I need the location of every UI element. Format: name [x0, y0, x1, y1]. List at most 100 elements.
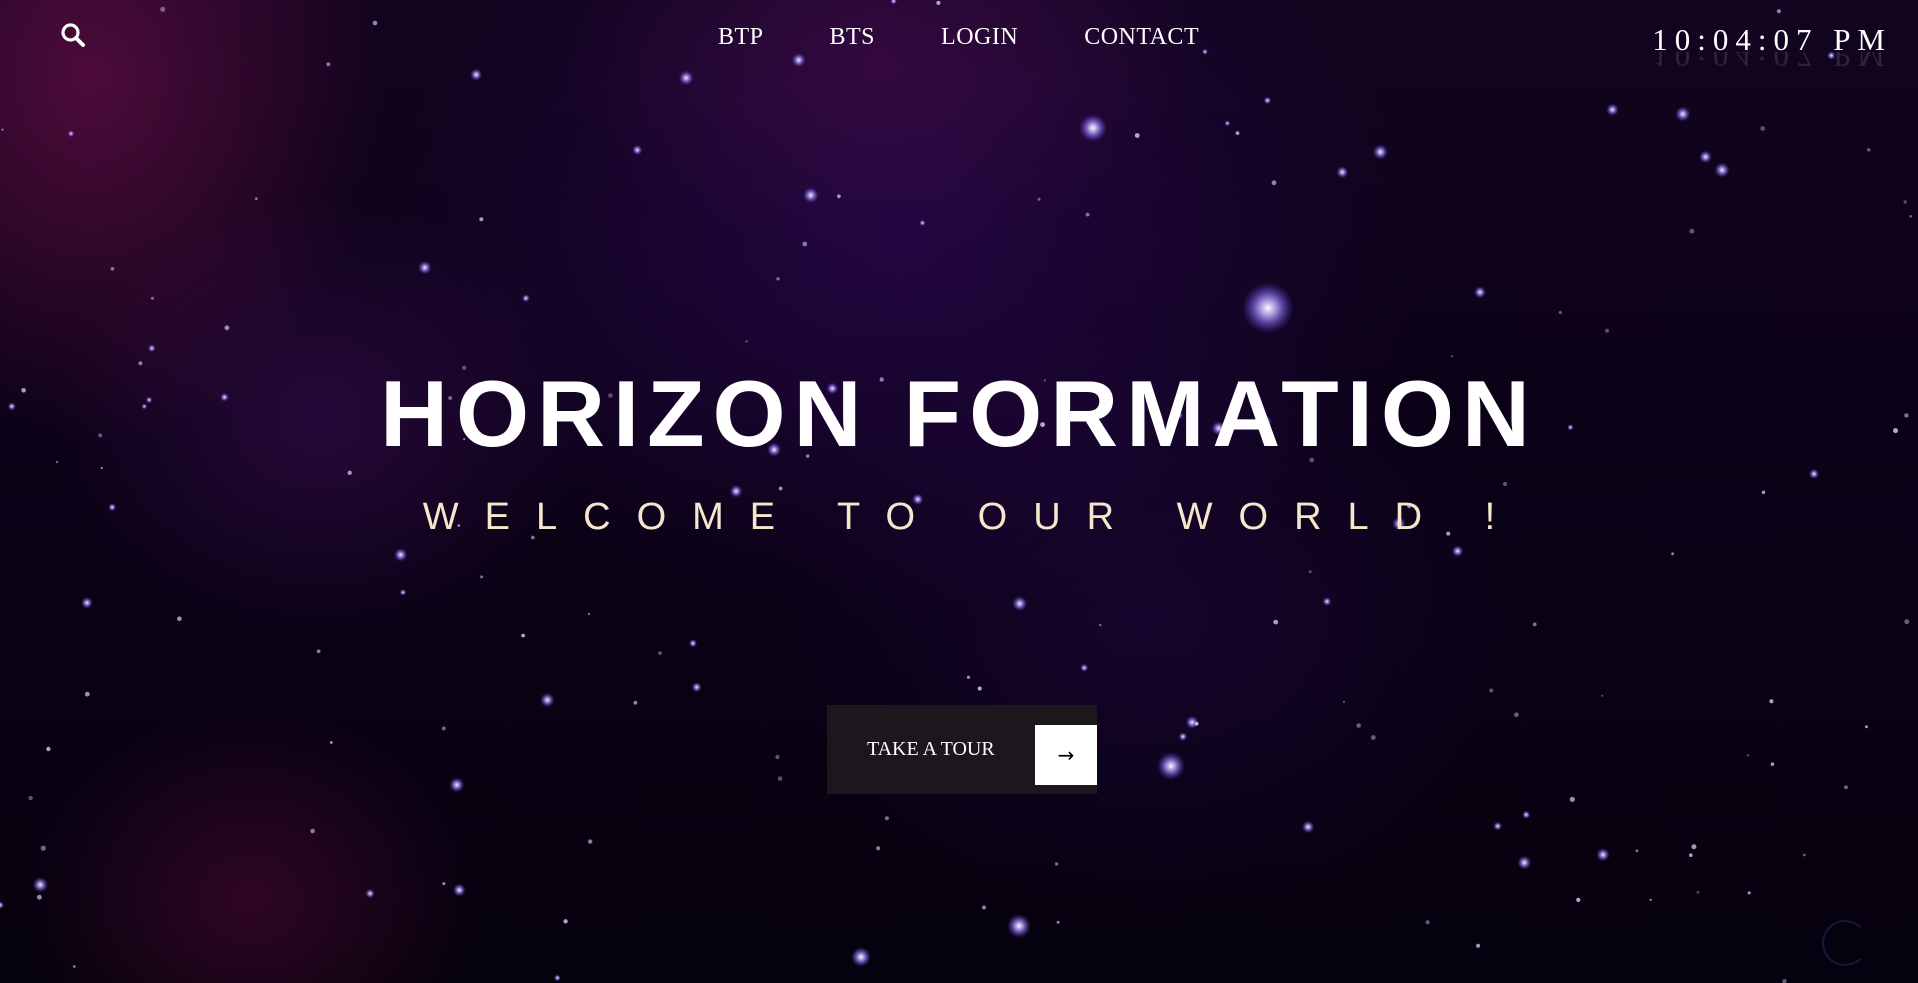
star — [1569, 796, 1575, 802]
star — [1909, 215, 1912, 218]
star — [1493, 821, 1503, 831]
star — [1056, 920, 1060, 924]
star — [1867, 148, 1871, 152]
starfield-background — [0, 0, 1912, 983]
star — [1308, 570, 1312, 574]
star — [1301, 820, 1315, 834]
star — [1451, 355, 1454, 358]
nav-link-contact[interactable]: CONTACT — [1084, 24, 1199, 51]
star — [1235, 131, 1240, 136]
star — [688, 639, 698, 648]
nav-link-btp[interactable]: BTP — [718, 24, 764, 51]
star — [72, 965, 76, 968]
star — [1336, 166, 1349, 179]
star — [1451, 545, 1464, 557]
star — [1689, 228, 1695, 234]
star — [1802, 853, 1806, 857]
star — [28, 795, 33, 801]
star — [1425, 920, 1430, 925]
arrow-right-icon: → — [1035, 725, 1097, 785]
star — [365, 888, 375, 899]
star — [1671, 552, 1674, 556]
star — [802, 187, 819, 204]
hero-title: HORIZON FORMATION — [380, 361, 1538, 466]
star — [81, 596, 93, 609]
star — [1085, 212, 1090, 217]
star — [1134, 133, 1140, 138]
star — [1769, 699, 1774, 704]
star — [1532, 622, 1537, 627]
star — [1747, 891, 1751, 895]
nav-link-bts[interactable]: BTS — [830, 24, 876, 51]
star — [418, 260, 432, 275]
star — [1372, 144, 1389, 160]
star — [110, 267, 115, 271]
star — [1904, 619, 1910, 625]
star — [347, 470, 352, 475]
star — [1503, 481, 1508, 487]
star — [966, 675, 971, 679]
star — [1356, 723, 1361, 728]
star — [1080, 663, 1089, 672]
star — [521, 294, 530, 303]
star — [40, 845, 46, 851]
star — [1558, 311, 1562, 314]
star — [776, 277, 780, 281]
star — [1178, 732, 1188, 741]
star — [1098, 623, 1102, 627]
star — [470, 68, 483, 81]
star — [67, 130, 75, 138]
star — [1322, 597, 1332, 606]
star — [1903, 200, 1907, 204]
star — [1601, 694, 1604, 697]
clock-reflection: 10:04:07 PM — [1652, 52, 1892, 74]
star — [1054, 862, 1059, 866]
star — [884, 816, 889, 821]
star — [393, 548, 408, 562]
star — [775, 755, 780, 759]
star — [658, 651, 662, 655]
star — [84, 691, 90, 697]
star — [37, 894, 42, 900]
star — [1649, 898, 1652, 901]
star — [977, 686, 982, 691]
star — [588, 839, 593, 844]
star — [46, 746, 51, 752]
star — [1844, 785, 1848, 790]
star — [372, 20, 378, 26]
bright-star — [851, 947, 871, 967]
star — [479, 217, 484, 222]
take-a-tour-button[interactable]: TAKE A TOUR → — [827, 705, 1097, 794]
star — [587, 612, 590, 615]
star — [1635, 849, 1639, 852]
star — [1714, 162, 1730, 178]
star — [1342, 700, 1345, 704]
star — [224, 325, 230, 331]
star — [1675, 106, 1691, 122]
star — [316, 649, 321, 654]
star — [1476, 943, 1481, 948]
star — [1263, 96, 1272, 105]
bright-star — [1007, 914, 1031, 938]
star — [876, 846, 881, 851]
star — [1370, 735, 1376, 740]
star — [1489, 688, 1494, 693]
star — [254, 197, 258, 201]
bright-star — [1242, 282, 1294, 334]
star — [1760, 126, 1766, 131]
star — [1514, 712, 1519, 718]
star — [160, 6, 166, 12]
star — [1808, 468, 1820, 480]
star — [326, 62, 331, 67]
star — [150, 296, 154, 300]
star — [449, 777, 465, 793]
star — [890, 0, 897, 5]
star — [1699, 150, 1712, 164]
star — [563, 919, 568, 924]
nav-link-login[interactable]: LOGIN — [941, 24, 1018, 51]
search-icon[interactable] — [60, 22, 86, 48]
star — [1194, 721, 1199, 726]
star — [1782, 979, 1787, 983]
star — [441, 726, 446, 731]
star — [1691, 844, 1697, 850]
